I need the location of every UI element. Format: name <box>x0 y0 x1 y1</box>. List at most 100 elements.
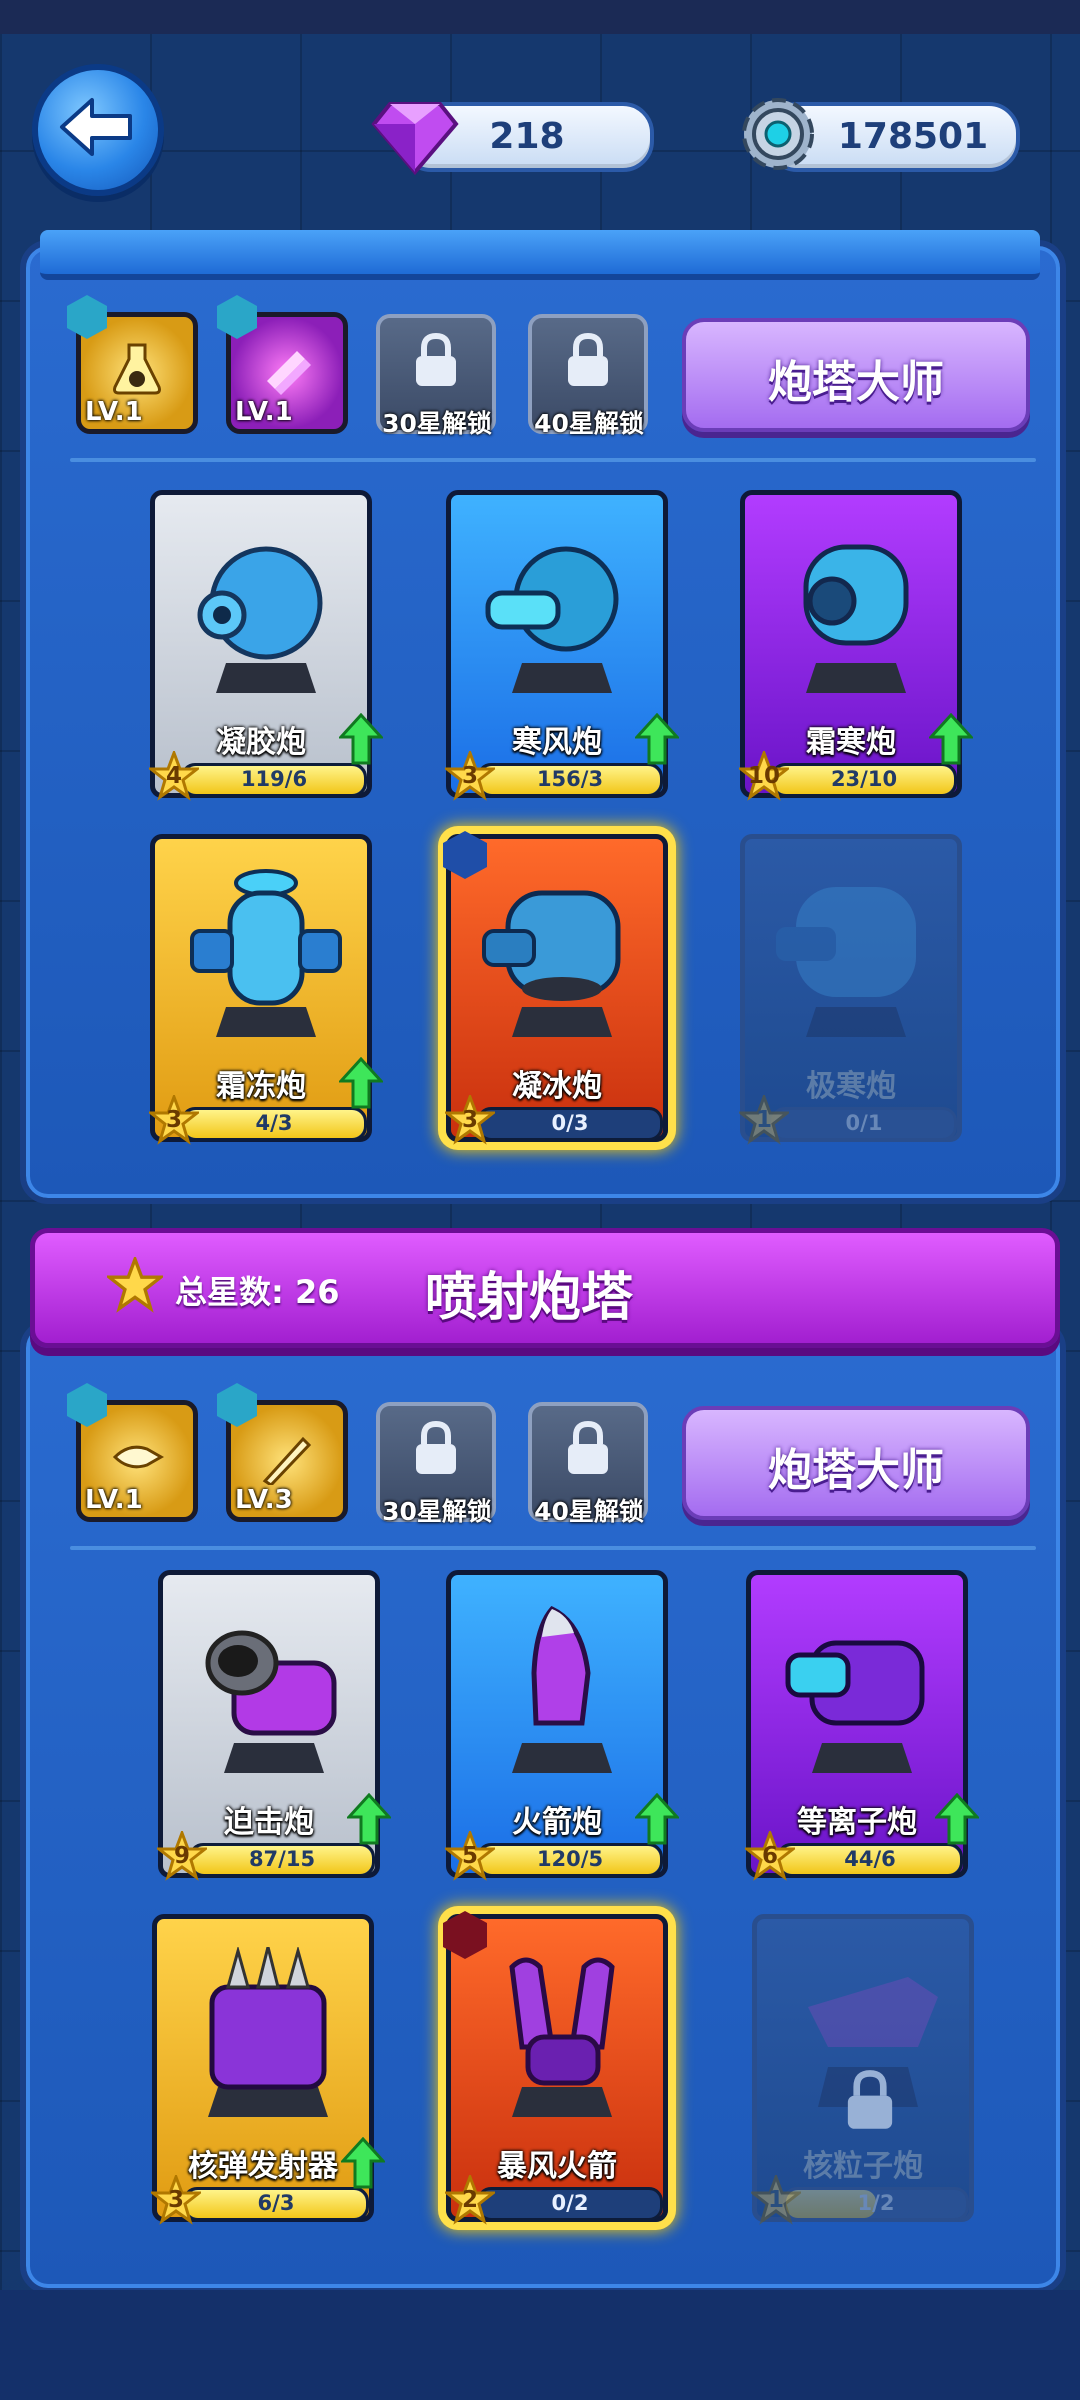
turret-card[interactable]: 霜冻炮 4/3 3 <box>149 834 383 1145</box>
unlock-condition: 30星解锁 <box>382 1497 492 1526</box>
storm-rocket-icon <box>509 1957 615 2117</box>
card-progress-text: 120/5 <box>536 1847 604 1871</box>
card-progress-text: 6/3 <box>257 2191 295 2215</box>
star-count: 4 <box>165 763 182 789</box>
cold-wind-cannon-icon <box>485 546 619 693</box>
ice-cannon-icon <box>482 890 621 1037</box>
turret-card[interactable]: 核弹发射器 6/3 3 <box>151 1914 385 2225</box>
upgrade-arrow-icon <box>341 2137 385 2189</box>
skill-slot-1[interactable]: LV.1 <box>67 295 198 434</box>
card-progress-text: 1/2 <box>857 2191 895 2215</box>
bottom-strip <box>0 2290 1080 2400</box>
card-progress-text: 119/6 <box>240 767 308 791</box>
turret-card[interactable]: 迫击炮 87/15 9 <box>157 1570 391 1881</box>
turret-card-locked[interactable]: 核粒子炮 1/2 1 <box>751 1914 974 2225</box>
gear-badge-icon <box>443 831 487 879</box>
card-progress: 44/6 <box>777 1843 963 1877</box>
card-progress: 6/3 <box>183 2187 369 2221</box>
turret-card[interactable]: 火箭炮 120/5 5 <box>445 1570 679 1881</box>
card-progress-text: 0/2 <box>551 2191 589 2215</box>
skill-slot-2[interactable]: LV.1 <box>217 295 348 434</box>
mortar-icon <box>205 1630 337 1773</box>
skill-level: LV.3 <box>235 1485 293 1515</box>
jet-turret-banner: 总星数: 26 喷射炮塔 <box>30 1228 1060 1348</box>
card-progress: 0/3 <box>477 1107 663 1141</box>
back-button[interactable] <box>32 64 164 196</box>
star-icon <box>107 1257 163 1313</box>
card-progress-text: 44/6 <box>844 1847 896 1871</box>
upgrade-arrow-icon <box>935 1793 979 1845</box>
section-title: 喷射炮塔 <box>425 1268 634 1328</box>
turret-master-label: 炮塔大师 <box>768 357 944 408</box>
turret-card-selected[interactable]: 暴风火箭 0/2 2 <box>443 1911 668 2225</box>
bullet-icon <box>112 1445 165 1469</box>
star-count: 2 <box>461 2187 478 2213</box>
gear-count: 178501 <box>837 116 989 157</box>
rocket-launcher-icon <box>512 1605 612 1773</box>
gem-icon <box>371 102 459 176</box>
upgrade-arrow-icon <box>635 713 679 765</box>
lock-icon <box>847 2070 893 2129</box>
locked-slot-40: 40星解锁 <box>528 1402 648 1526</box>
locked-slot-30: 30星解锁 <box>376 1402 496 1526</box>
card-progress: 1/2 <box>783 2187 969 2221</box>
star-count: 3 <box>461 1107 478 1133</box>
turret-card[interactable]: 凝胶炮 119/6 4 <box>149 490 383 801</box>
lock-icon <box>568 332 608 386</box>
poison-flask-icon <box>113 343 161 395</box>
extreme-cold-cannon-icon <box>776 887 916 1037</box>
card-progress: 156/3 <box>477 763 663 797</box>
card-progress: 4/3 <box>181 1107 367 1141</box>
card-progress-text: 0/1 <box>845 1111 883 1135</box>
status-strip <box>0 0 1080 34</box>
turret-master-label: 炮塔大师 <box>768 1445 944 1496</box>
total-stars: 总星数: 26 <box>175 1273 340 1311</box>
panel-ribbon <box>40 230 1040 280</box>
star-count: 3 <box>165 1107 182 1133</box>
turret-card[interactable]: 寒风炮 156/3 3 <box>445 490 679 801</box>
turret-card-selected[interactable]: 凝冰炮 0/3 3 <box>443 831 668 1145</box>
star-count: 1 <box>767 2187 784 2213</box>
turret-card[interactable]: 霜寒炮 23/10 10 <box>739 490 973 801</box>
skill-level: LV.1 <box>235 397 293 427</box>
skill-slot-2[interactable]: LV.3 <box>217 1383 348 1522</box>
lock-icon <box>416 332 456 386</box>
upgrade-arrow-icon <box>929 713 973 765</box>
turret-card-locked[interactable]: 极寒炮 0/1 1 <box>739 834 962 1145</box>
card-progress-text: 0/3 <box>551 1111 589 1135</box>
card-progress-text: 23/10 <box>830 767 898 791</box>
gel-cannon-icon <box>197 546 323 693</box>
skill-level: LV.1 <box>85 1485 143 1515</box>
frost-cannon-icon <box>803 544 909 693</box>
card-progress-text: 87/15 <box>248 1847 316 1871</box>
card-progress-text: 4/3 <box>255 1111 293 1135</box>
turret-card[interactable]: 等离子炮 44/6 6 <box>745 1570 979 1881</box>
freeze-cannon-icon <box>190 869 342 1037</box>
turret-master-button[interactable]: 炮塔大师 <box>682 1406 1030 1520</box>
rocket-trail-icon <box>262 1436 312 1485</box>
plasma-cannon-icon <box>785 1640 925 1773</box>
skill-level: LV.1 <box>85 397 143 427</box>
upgrade-arrow-icon <box>339 713 383 765</box>
card-progress: 87/15 <box>189 1843 375 1877</box>
unlock-condition: 40星解锁 <box>534 1497 644 1526</box>
card-progress: 0/2 <box>477 2187 663 2221</box>
upgrade-arrow-icon <box>635 1793 679 1845</box>
turret-master-button[interactable]: 炮塔大师 <box>682 318 1030 432</box>
lock-icon <box>416 1420 456 1474</box>
lock-icon <box>568 1420 608 1474</box>
unlock-condition: 30星解锁 <box>382 409 492 438</box>
card-progress: 119/6 <box>181 763 367 797</box>
nuke-launcher-icon <box>208 1947 328 2117</box>
locked-slot-30: 30星解锁 <box>376 314 496 438</box>
skill-slot-1[interactable]: LV.1 <box>67 1383 198 1522</box>
divider <box>70 1546 1036 1550</box>
upgrade-arrow-icon <box>339 1057 383 1109</box>
star-count: 10 <box>747 763 780 789</box>
star-count: 5 <box>461 1843 478 1869</box>
back-arrow-icon <box>60 98 132 156</box>
gear-icon <box>742 98 814 170</box>
card-progress-text: 156/3 <box>536 767 604 791</box>
star-count: 1 <box>755 1107 772 1133</box>
card-progress: 120/5 <box>477 1843 663 1877</box>
